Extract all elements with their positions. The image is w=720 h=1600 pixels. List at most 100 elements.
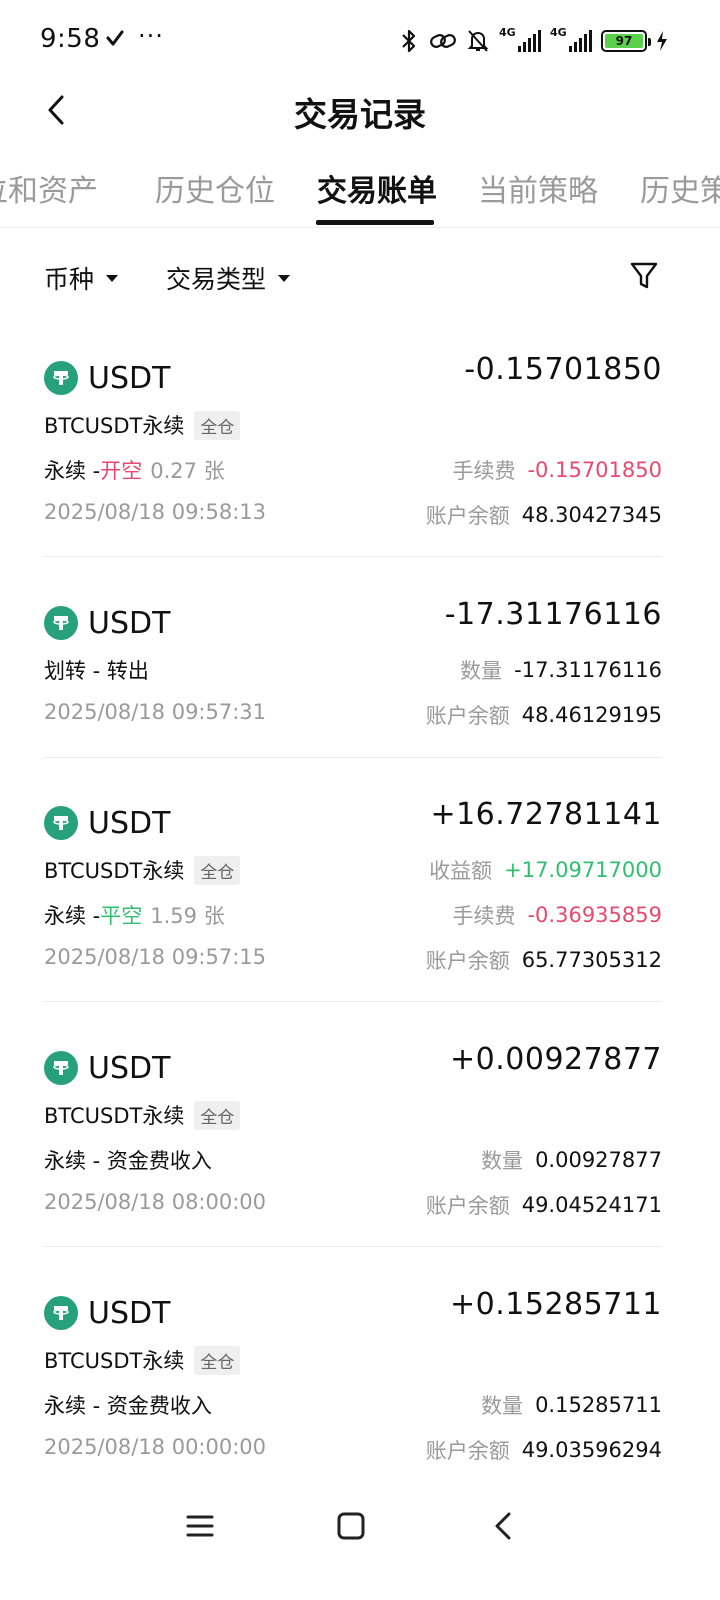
tether-icon	[44, 606, 78, 640]
coin-label: USDT	[44, 603, 170, 643]
caret-down-icon	[278, 274, 291, 282]
home-square-icon	[337, 1512, 365, 1540]
caret-down-icon	[106, 274, 119, 282]
tab-history-strategies[interactable]: 历史策略	[640, 166, 720, 210]
coin-name: USDT	[88, 1295, 171, 1331]
tether-icon	[44, 806, 78, 840]
tab-current-strategies[interactable]: 当前策略	[478, 166, 598, 210]
link-icon	[429, 30, 457, 52]
list-item[interactable]: USDT -0.15701850 BTCUSDT永续 全仓 永续 - 开空 0.…	[44, 352, 662, 558]
contract-name: BTCUSDT永续	[44, 1104, 185, 1128]
tab-positions-assets[interactable]: 仓位和资产	[0, 166, 98, 210]
timestamp: 2025/08/18 08:00:00	[44, 1190, 267, 1214]
coin-name: USDT	[88, 605, 171, 641]
fee-value: -0.15701850	[527, 458, 662, 482]
tab-trade-bills[interactable]: 交易账单	[317, 166, 437, 210]
more-notifications-icon: ···	[138, 22, 164, 50]
trade-type: 永续 -	[44, 904, 101, 928]
coin-filter-label: 币种	[44, 265, 95, 294]
amount: -0.15701850	[464, 352, 662, 387]
list-item[interactable]: USDT +0.15285711 BTCUSDT永续 全仓 永续 - 资金费收入…	[44, 1287, 662, 1473]
quantity-label: 数量	[460, 659, 503, 683]
contract-name: BTCUSDT永续	[44, 1349, 185, 1373]
margin-mode-badge: 全仓	[194, 1100, 241, 1130]
fee-value: -0.36935859	[527, 903, 662, 927]
fee-label: 手续费	[452, 904, 516, 928]
divider	[44, 1001, 662, 1002]
balance-value: 49.04524171	[521, 1193, 662, 1217]
filter-bar: 币种 交易类型	[0, 252, 720, 302]
balance-label: 账户余额	[425, 949, 510, 973]
coin-label: USDT	[44, 803, 170, 843]
signal-label: 4G	[499, 26, 516, 39]
mute-bell-icon	[466, 28, 490, 54]
margin-mode-badge: 全仓	[194, 855, 241, 885]
coin-name: USDT	[88, 360, 171, 396]
balance-value: 49.03596294	[521, 1438, 662, 1462]
filter-button[interactable]	[626, 258, 662, 294]
trade-size: 1.59 张	[150, 904, 225, 928]
margin-mode-badge: 全仓	[194, 410, 241, 440]
trade-type: 永续 - 资金费收入	[44, 1149, 212, 1173]
balance-label: 账户余额	[425, 1194, 510, 1218]
tether-icon	[44, 1296, 78, 1330]
trade-action: 开空	[100, 459, 143, 483]
page-title: 交易记录	[294, 95, 426, 134]
chevron-left-icon	[495, 1512, 511, 1540]
trade-type: 永续 -	[44, 459, 101, 483]
coin-label: USDT	[44, 1048, 170, 1088]
amount: +0.15285711	[450, 1287, 662, 1322]
trade-action: 平空	[100, 904, 143, 928]
quantity-label: 数量	[481, 1149, 524, 1173]
active-tab-indicator	[316, 220, 434, 225]
signal-4g-icon: 4G	[550, 26, 592, 54]
signal-4g-icon: 4G	[499, 26, 541, 54]
back-nav-button[interactable]	[481, 1504, 525, 1548]
amount: -17.31176116	[444, 597, 662, 632]
status-time: 9:58	[40, 24, 101, 54]
list-item[interactable]: USDT -17.31176116 划转 - 转出 数量 -17.3117611…	[44, 597, 662, 759]
charging-icon	[656, 30, 668, 52]
system-nav-bar	[0, 1490, 720, 1560]
divider	[44, 556, 662, 557]
list-item[interactable]: USDT +16.72781141 BTCUSDT永续 全仓 收益额 +17.0…	[44, 797, 662, 1003]
contract-name: BTCUSDT永续	[44, 414, 185, 438]
quantity-value: -17.31176116	[514, 658, 662, 682]
pnl-label: 收益额	[429, 859, 493, 883]
fee-label: 手续费	[452, 459, 516, 483]
contract-name: BTCUSDT永续	[44, 859, 185, 883]
amount: +0.00927877	[450, 1042, 662, 1077]
trade-type: 划转 - 转出	[44, 659, 149, 683]
tab-bar: 仓位和资产 历史仓位 交易账单 当前策略 历史策略	[0, 150, 720, 228]
balance-value: 48.46129195	[521, 703, 662, 727]
list-item[interactable]: USDT +0.00927877 BTCUSDT永续 全仓 永续 - 资金费收入…	[44, 1042, 662, 1248]
home-button[interactable]	[329, 1504, 373, 1548]
tab-history-positions[interactable]: 历史仓位	[155, 166, 275, 210]
balance-value: 48.30427345	[521, 503, 662, 527]
trade-type: 永续 - 资金费收入	[44, 1394, 212, 1418]
quantity-value: 0.15285711	[535, 1393, 662, 1417]
balance-label: 账户余额	[425, 704, 510, 728]
coin-filter-dropdown[interactable]: 币种	[44, 260, 119, 296]
pnl-value: +17.09717000	[504, 858, 662, 882]
type-filter-label: 交易类型	[166, 265, 267, 294]
balance-label: 账户余额	[425, 1439, 510, 1463]
amount: +16.72781141	[430, 797, 662, 832]
balance-label: 账户余额	[425, 504, 510, 528]
quantity-label: 数量	[481, 1394, 524, 1418]
timestamp: 2025/08/18 09:57:15	[44, 945, 267, 969]
timestamp: 2025/08/18 00:00:00	[44, 1435, 267, 1459]
menu-icon	[186, 1515, 214, 1537]
bluetooth-icon	[398, 28, 420, 54]
coin-name: USDT	[88, 1050, 171, 1086]
vpn-check-icon	[106, 30, 124, 52]
timestamp: 2025/08/18 09:57:31	[44, 700, 267, 724]
type-filter-dropdown[interactable]: 交易类型	[166, 260, 291, 296]
battery-icon: 97	[601, 30, 651, 52]
quantity-value: 0.00927877	[535, 1148, 662, 1172]
menu-button[interactable]	[178, 1504, 222, 1548]
tether-icon	[44, 1051, 78, 1085]
trade-size: 0.27 张	[150, 459, 225, 483]
timestamp: 2025/08/18 09:58:13	[44, 500, 267, 524]
battery-level: 97	[605, 34, 643, 48]
